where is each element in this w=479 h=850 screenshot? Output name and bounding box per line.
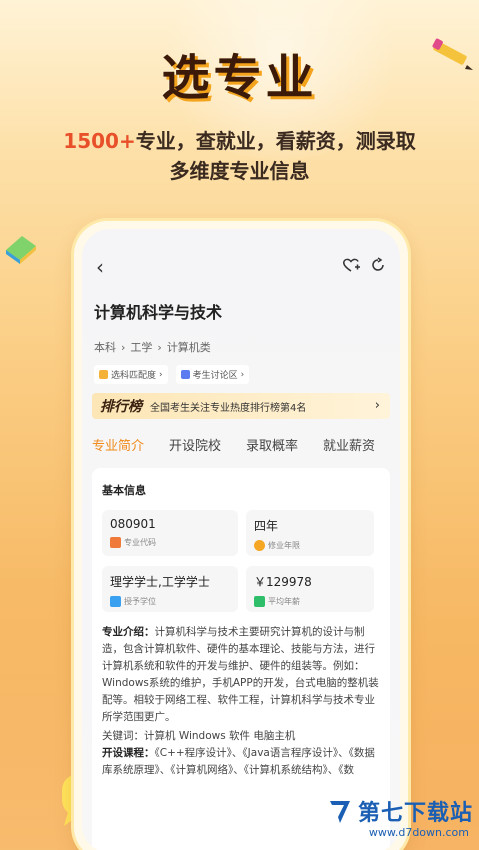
phone-mockup: ‹ 计算机科学与技术 本科 › 工学 › 计算机类 选科匹配度 › 考生讨论区 … [74, 221, 408, 850]
chevron-right-icon: › [121, 340, 126, 354]
degree-icon [110, 596, 121, 607]
watermark-text: 第七下载站 [357, 801, 473, 826]
major-title: 计算机科学与技术 [94, 303, 223, 322]
tab-admission[interactable]: 录取概率 [246, 435, 323, 454]
info-value: ￥129978 [254, 575, 312, 589]
top-nav: ‹ [82, 229, 400, 281]
info-label: 平均年薪 [268, 597, 300, 606]
watermark-url: www.d7down.com [368, 826, 469, 839]
hero-subtitle-line1: 专业，查就业，看薪资，测录取 [135, 129, 416, 153]
hero-subtitle: 1500+专业，查就业，看薪资，测录取 多维度专业信息 [0, 126, 479, 186]
info-label: 专业代码 [124, 538, 156, 547]
hero-title: 选专业 [161, 50, 318, 106]
salary-icon [254, 596, 265, 607]
info-cell-degree: 理学学士,工学学士 授予学位 [102, 566, 238, 612]
basic-info-grid: 080901 专业代码 四年 修业年限 理学学士,工学学士 授予学位 ￥1299… [102, 510, 380, 612]
chip-subject-match[interactable]: 选科匹配度 › [94, 365, 168, 384]
ranking-tag: 排行榜 [100, 399, 142, 415]
info-label: 修业年限 [268, 541, 300, 550]
tab-salary[interactable]: 就业薪资 [323, 435, 400, 454]
tab-bar: 专业简介 开设院校 录取概率 就业薪资 [82, 419, 400, 454]
intro-card: 基本信息 080901 专业代码 四年 修业年限 理学学士,工学学士 授予学位 … [92, 468, 390, 850]
chip-discussion[interactable]: 考生讨论区 › [175, 365, 250, 384]
chip-row: 选科匹配度 › 考生讨论区 › [82, 355, 400, 384]
info-cell-salary: ￥129978 平均年薪 [246, 566, 374, 612]
info-label: 授予学位 [124, 597, 156, 606]
pencil-icon [432, 38, 473, 70]
breadcrumb-item[interactable]: 计算机类 [167, 339, 211, 355]
intro-paragraph: 专业介绍：计算机科学与技术主要研究计算机的设计与制造，包含计算机软件、硬件的基本… [102, 624, 380, 726]
match-icon [99, 370, 108, 379]
section-title: 基本信息 [102, 484, 146, 497]
info-value: 四年 [254, 519, 279, 533]
chevron-right-icon: › [157, 340, 162, 354]
hero-subtitle-line2: 多维度专业信息 [169, 159, 310, 183]
info-cell-code: 080901 专业代码 [102, 510, 238, 556]
ranking-text: 全国考生关注专业热度排行榜第4名 [150, 402, 307, 414]
breadcrumb-item[interactable]: 本科 [94, 339, 116, 355]
phone-screen: ‹ 计算机科学与技术 本科 › 工学 › 计算机类 选科匹配度 › 考生讨论区 … [82, 229, 400, 850]
chevron-left-icon[interactable]: ‹ [96, 255, 104, 279]
hero-subtitle-accent: 1500+ [63, 129, 136, 153]
watermark: 第七下载站 [328, 795, 473, 827]
breadcrumb: 本科 › 工学 › 计算机类 [82, 323, 400, 355]
info-value: 080901 [110, 517, 156, 531]
courses-label: 开设课程： [102, 747, 155, 759]
heart-plus-icon[interactable] [342, 257, 360, 273]
ranking-banner[interactable]: 排行榜 全国考生关注专业热度排行榜第4名 › [92, 393, 390, 419]
info-value: 理学学士,工学学士 [110, 575, 210, 589]
watermark-logo-icon [329, 801, 350, 823]
keywords: 关键词：计算机 Windows 软件 电脑主机 [102, 730, 296, 742]
chevron-right-icon: › [374, 398, 380, 413]
share-icon[interactable] [370, 257, 386, 273]
courses: 开设课程：《C++程序设计》、《Java语言程序设计》、《数据库系统原理》、《计… [102, 745, 380, 779]
breadcrumb-item[interactable]: 工学 [130, 339, 152, 355]
tab-intro[interactable]: 专业简介 [92, 435, 169, 454]
clock-icon [254, 540, 265, 551]
intro-text: 计算机科学与技术主要研究计算机的设计与制造，包含计算机软件、硬件的基本理论、技能… [102, 626, 379, 723]
code-icon [110, 537, 121, 548]
tab-schools[interactable]: 开设院校 [169, 435, 246, 454]
discussion-icon [180, 370, 190, 379]
intro-label: 专业介绍： [102, 626, 155, 638]
book-icon [6, 236, 36, 264]
info-cell-duration: 四年 修业年限 [246, 510, 374, 556]
